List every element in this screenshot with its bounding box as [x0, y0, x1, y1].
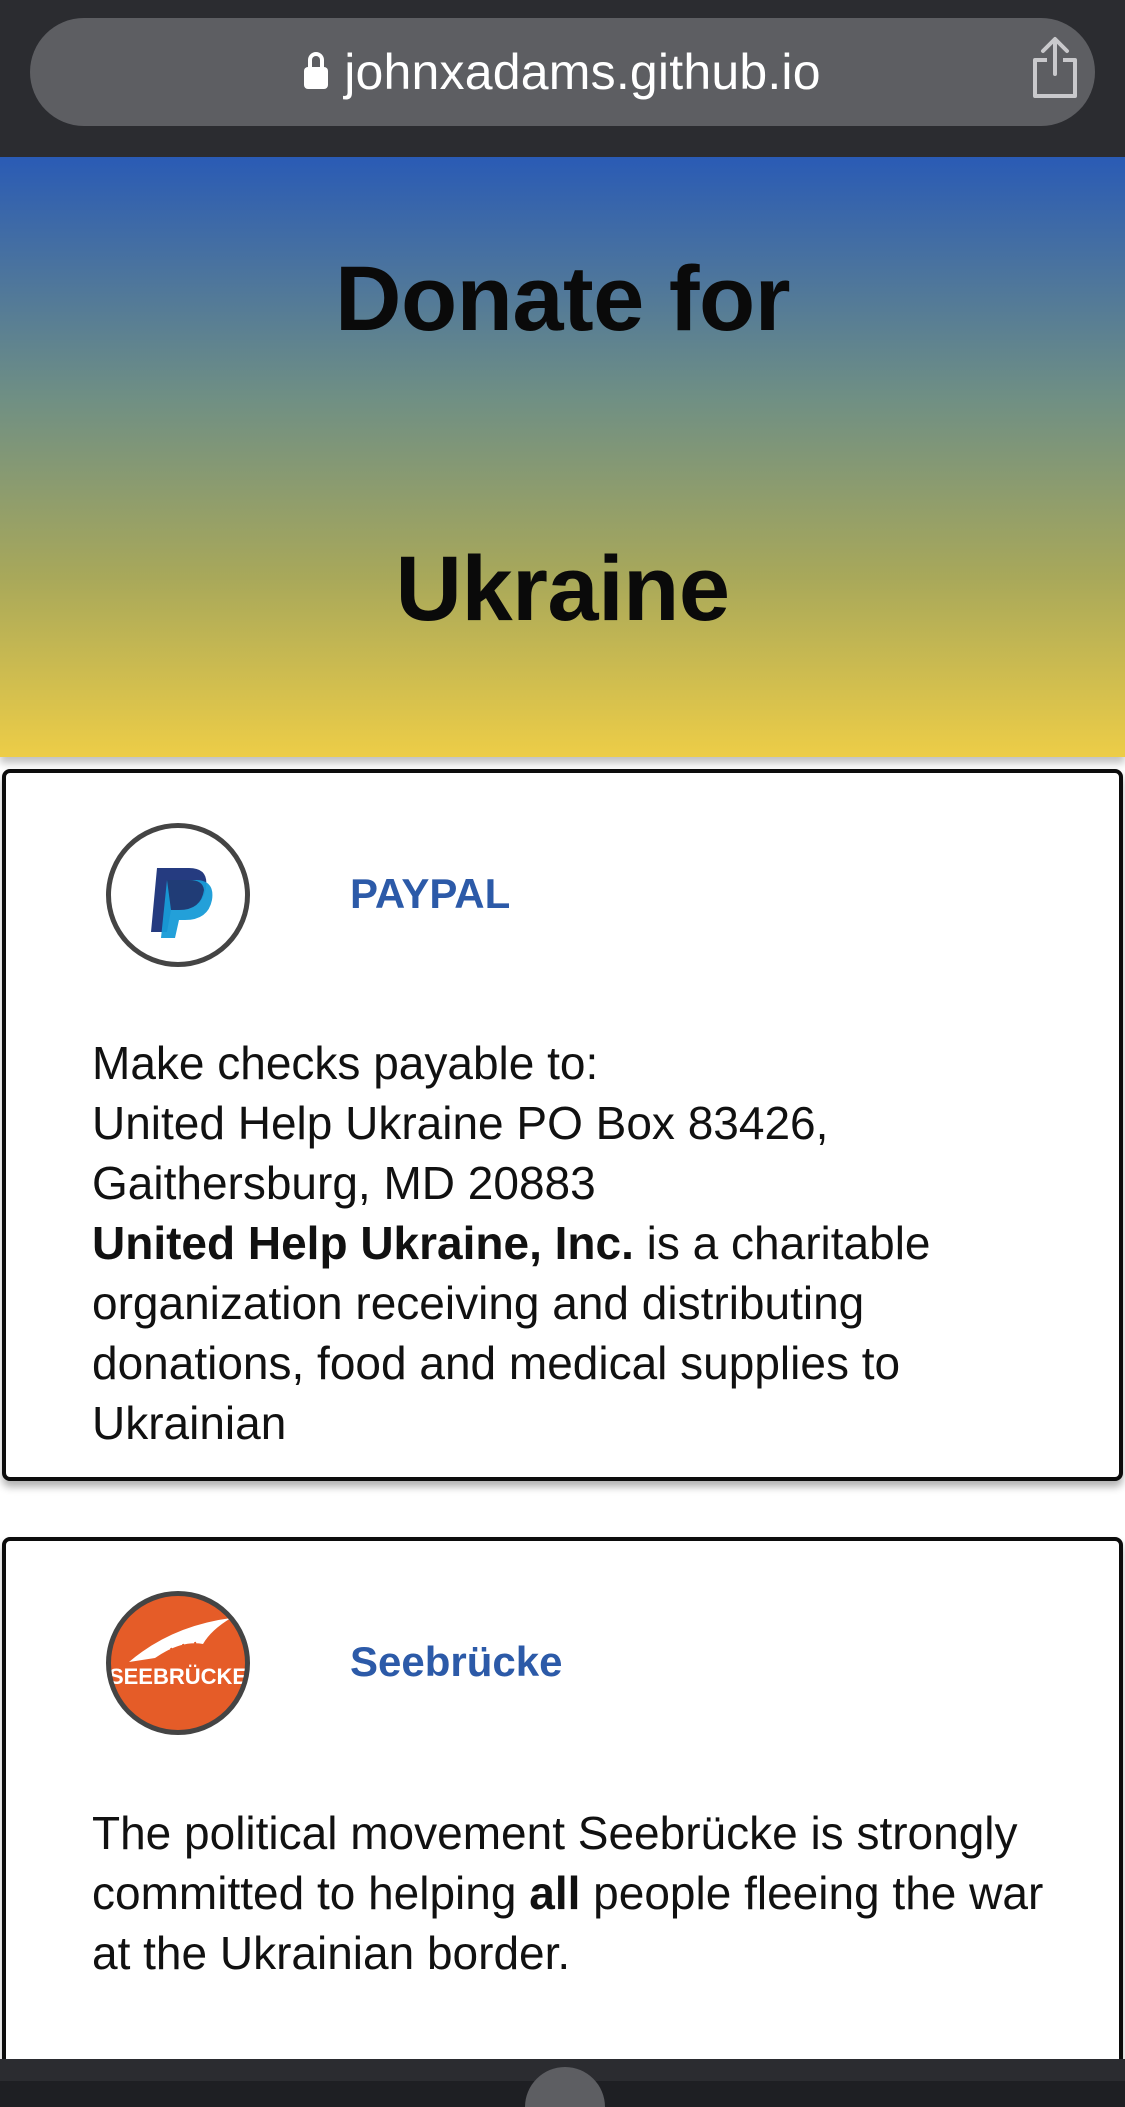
- body-line: Gaithersburg, MD 20883: [92, 1157, 596, 1209]
- page-title-line1: Donate for: [335, 248, 791, 350]
- browser-bottom-bar: [0, 2059, 1125, 2107]
- donation-card-seebruecke[interactable]: SEEBRÜCKE Seebrücke The political moveme…: [2, 1537, 1123, 2059]
- emphasis-text: all: [529, 1867, 581, 1919]
- card-title-paypal[interactable]: PAYPAL: [350, 870, 510, 918]
- body-line: Make checks payable to:: [92, 1037, 599, 1089]
- lock-icon: [304, 52, 329, 89]
- web-page: Donate for Ukraine PAYPAL Make checks pa…: [0, 157, 1125, 2059]
- page-title-line2: Ukraine: [395, 538, 731, 640]
- card-description-seebruecke: The political movement Seebrücke is stro…: [92, 1803, 1052, 1983]
- paypal-logo-icon: [106, 823, 250, 967]
- seebruecke-logo-icon: SEEBRÜCKE: [106, 1591, 250, 1735]
- url-text: johnxadams.github.io: [344, 44, 821, 100]
- bottom-toolbar-handle[interactable]: [525, 2067, 605, 2107]
- hero-banner: Donate for Ukraine: [0, 157, 1125, 757]
- body-paragraph: United Help Ukraine, Inc. is a charitabl…: [92, 1213, 1052, 1453]
- seebruecke-logo-text: SEEBRÜCKE: [111, 1664, 245, 1689]
- card-title-seebruecke[interactable]: Seebrücke: [350, 1638, 562, 1686]
- body-line: United Help Ukraine PO Box 83426,: [92, 1097, 829, 1149]
- url-display[interactable]: johnxadams.github.io: [30, 18, 1095, 126]
- donation-card-paypal[interactable]: PAYPAL Make checks payable to: United He…: [2, 769, 1123, 1481]
- browser-toolbar: johnxadams.github.io: [0, 0, 1125, 157]
- address-bar[interactable]: johnxadams.github.io: [30, 18, 1095, 126]
- card-description-paypal: Make checks payable to: United Help Ukra…: [92, 1033, 1052, 1453]
- share-icon[interactable]: [1029, 36, 1081, 100]
- organization-name: United Help Ukraine, Inc.: [92, 1217, 634, 1269]
